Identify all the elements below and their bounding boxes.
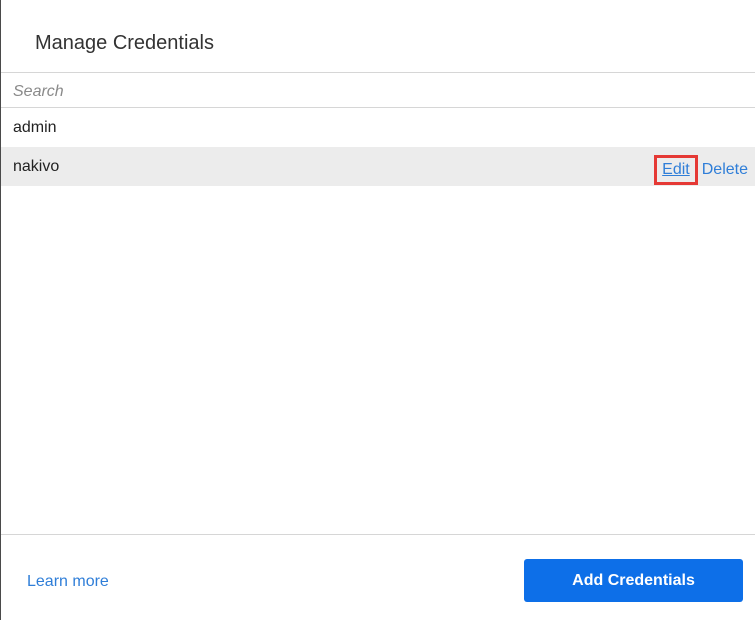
credential-actions: Edit Delete	[654, 155, 748, 185]
credentials-list: admin nakivo Edit Delete	[1, 108, 755, 186]
dialog-header: Manage Credentials	[1, 0, 755, 73]
credential-name: nakivo	[13, 158, 60, 175]
delete-link[interactable]: Delete	[702, 161, 748, 179]
credential-row-admin[interactable]: admin	[1, 108, 755, 147]
credential-name: admin	[13, 119, 57, 136]
add-credentials-button[interactable]: Add Credentials	[524, 559, 743, 602]
learn-more-link[interactable]: Learn more	[27, 572, 109, 591]
dialog-title: Manage Credentials	[35, 32, 214, 54]
search-input[interactable]	[13, 81, 713, 103]
credential-row-nakivo[interactable]: nakivo Edit Delete	[1, 147, 755, 186]
edit-link[interactable]: Edit	[654, 155, 698, 185]
search-bar	[1, 73, 755, 108]
manage-credentials-dialog: Manage Credentials admin nakivo Edit Del…	[0, 0, 755, 620]
dialog-footer: Learn more Add Credentials	[1, 534, 755, 620]
